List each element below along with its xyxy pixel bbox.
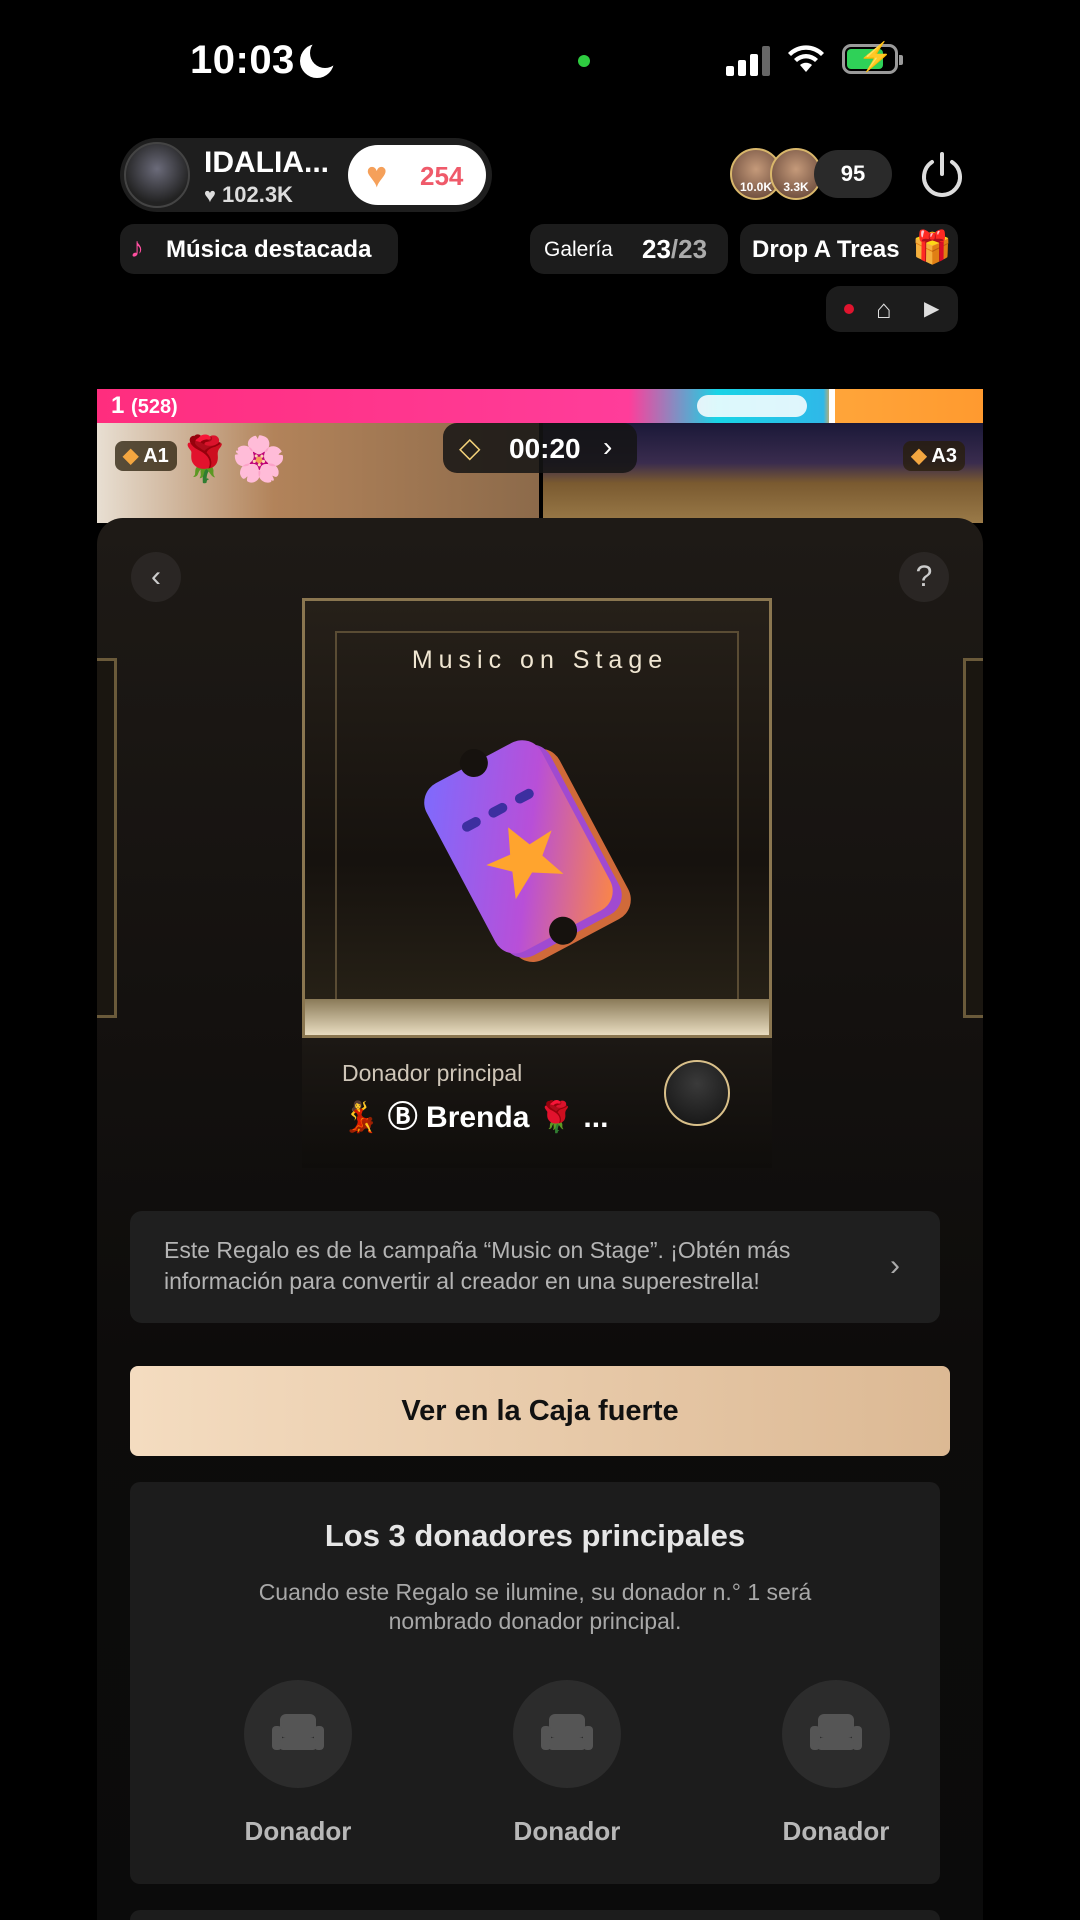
top-donor-label: Donador principal (342, 1060, 523, 1086)
battle-rank: 1 (528) (111, 392, 178, 419)
top-donors-title: Los 3 donadores principales (324, 1518, 746, 1553)
diamond-icon: ◆ (911, 445, 927, 467)
heart-icon: ♥ (366, 154, 388, 195)
host-profile-pill[interactable]: IDALIA... ♥ 102.3K ♥ 254 (120, 138, 492, 212)
donor-slot[interactable]: Donador (487, 1680, 647, 1847)
top-donor-name: 💃 Ⓑ Brenda 🌹 ... (342, 1101, 609, 1134)
viewer-count[interactable]: 95 (814, 150, 892, 198)
gallery-current: 23 (642, 234, 671, 264)
featured-music-chip[interactable]: ♪ Música destacada (120, 224, 398, 274)
donor-slot-label: Donador (782, 1816, 890, 1846)
drop-treasure-chip[interactable]: Drop A Treas 🎁 (740, 224, 958, 274)
campaign-info-banner[interactable]: Este Regalo es de la campaña “Music on S… (130, 1211, 940, 1323)
top-donor-box[interactable]: Donador principal 💃 Ⓑ Brenda 🌹 ... (302, 1038, 772, 1168)
flowers-image: 🌹🌸 (177, 435, 287, 484)
donor-slot-label: Donador (513, 1816, 621, 1846)
team-tag-left: ◆ A1 (115, 441, 177, 471)
battle-timer[interactable]: ◇ 00:20 › (443, 423, 637, 473)
record-dot-icon (844, 304, 854, 314)
seat-icon (782, 1680, 890, 1788)
gallery-label: Galería (544, 238, 613, 261)
music-note-icon: ♪ (130, 232, 144, 263)
diamond-icon: ◇ (459, 432, 481, 463)
campaign-info-text: Este Regalo es de la campaña “Music on S… (164, 1237, 791, 1294)
play-arrow-icon[interactable]: ▶ (924, 296, 939, 321)
chevron-right-icon: › (890, 1249, 900, 1282)
gift-detail-panel: ‹ ? Music on Stage Donador principal 💃 Ⓑ… (97, 518, 983, 1920)
viewer-badge: 3.3K (783, 180, 809, 194)
help-icon[interactable]: ? (899, 552, 949, 602)
back-icon[interactable]: ‹ (131, 552, 181, 602)
battle-timer-value: 00:20 (509, 433, 581, 464)
stream-controls-chip[interactable]: ⌂ ▶ (826, 286, 958, 332)
donor-slot[interactable]: Donador (218, 1680, 378, 1847)
gallery-total: /23 (670, 234, 708, 264)
gift-title: Music on Stage (411, 646, 669, 674)
like-count: 254 (420, 161, 464, 191)
showcase-floor (305, 999, 769, 1035)
donor-slot[interactable]: Donador (756, 1680, 916, 1847)
battle-score-bar: 1 (528) (97, 389, 983, 423)
moon-icon (300, 38, 340, 78)
gallery-count: 23/23 (642, 234, 707, 265)
chevron-right-icon: › (603, 431, 613, 462)
seat-icon (244, 1680, 352, 1788)
gallery-chip[interactable]: Galería 23/23 (530, 224, 728, 274)
donor-slot-label: Donador (244, 1816, 352, 1846)
battle-streak-indicator (697, 395, 807, 417)
like-count-badge[interactable]: ♥ 254 (348, 145, 486, 205)
drop-treasure-label: Drop A Treas (752, 236, 900, 263)
home-icon[interactable]: ⌂ (876, 294, 892, 325)
battle-divider (829, 389, 835, 423)
heart-icon: ♥ (204, 185, 216, 207)
wifi-icon (788, 45, 824, 72)
seat-icon (513, 1680, 621, 1788)
host-name: IDALIA... (204, 146, 329, 179)
diamond-icon: ◆ (123, 445, 139, 467)
host-likes: ♥ 102.3K (204, 182, 293, 208)
power-icon[interactable] (916, 150, 968, 202)
top-donors-card: Los 3 donadores principales Cuando este … (130, 1482, 940, 1884)
charging-bolt-icon: ⚡ (858, 41, 893, 72)
host-avatar[interactable] (124, 142, 190, 208)
treasure-chest-icon: 🎁 (912, 229, 952, 265)
signal-icon (726, 46, 772, 76)
camera-indicator-dot (578, 55, 590, 67)
status-time: 10:03 (190, 38, 295, 82)
view-in-vault-button[interactable]: Ver en la Caja fuerte (130, 1366, 950, 1456)
team-tag-right: ◆ A3 (903, 441, 965, 471)
host-likes-value: 102.3K (222, 182, 293, 207)
top-donors-subtitle: Cuando este Regalo se ilumine, su donado… (258, 1579, 812, 1634)
featured-music-label: Música destacada (166, 236, 372, 263)
next-gift-card[interactable] (963, 658, 983, 1018)
top-donor-avatar[interactable] (664, 1060, 730, 1126)
ticket-icon (424, 740, 631, 962)
prev-gift-card[interactable] (97, 658, 117, 1018)
next-section-card (130, 1910, 940, 1920)
status-bar: 10:03 ⚡ (0, 0, 1080, 120)
